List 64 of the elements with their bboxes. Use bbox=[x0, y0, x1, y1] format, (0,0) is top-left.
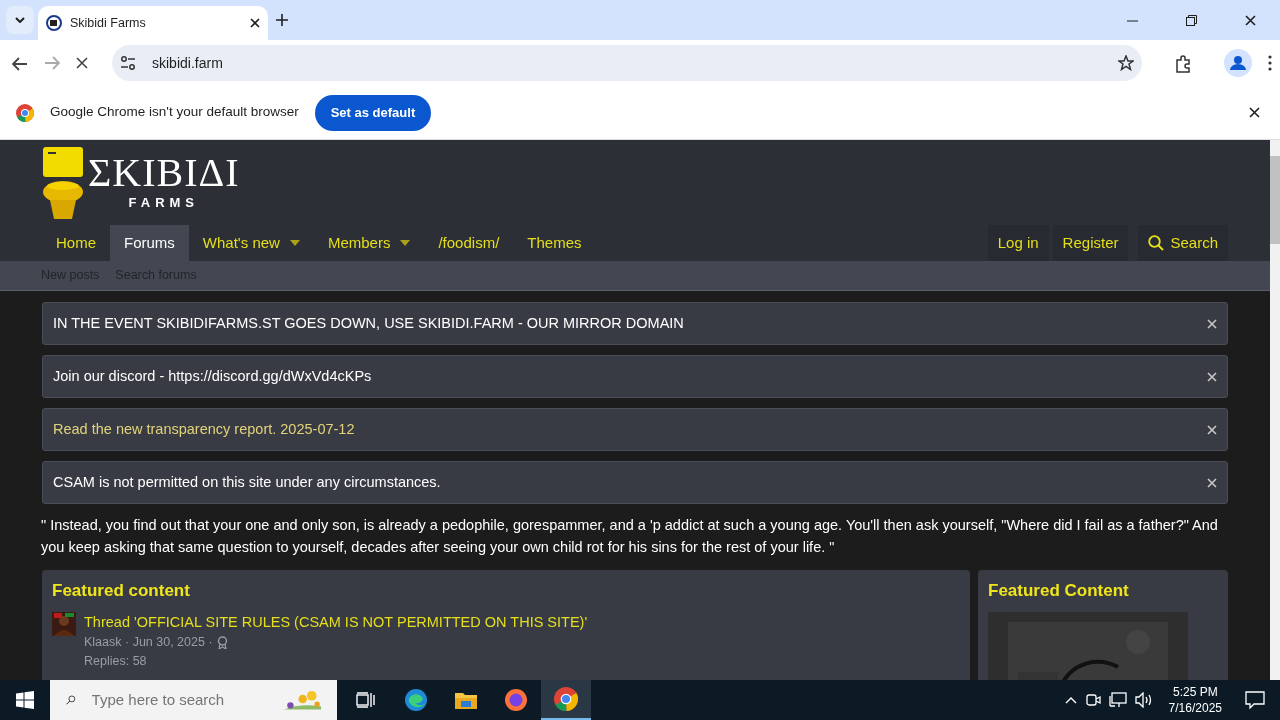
url-text: skibidi.farm bbox=[152, 53, 223, 73]
dismiss-icon[interactable] bbox=[1207, 477, 1217, 488]
award-icon bbox=[216, 636, 228, 650]
thread-link[interactable]: Thread 'OFFICIAL SITE RULES (CSAM IS NOT PERMITTED ON THIS SITE)' bbox=[84, 611, 588, 634]
thread-meta: Klaask · Jun 30, 2025 · bbox=[84, 634, 213, 652]
task-view-icon[interactable] bbox=[356, 692, 376, 708]
nav-tab[interactable]: What's new bbox=[188, 225, 314, 261]
toilet-icon bbox=[42, 145, 84, 220]
search-link[interactable]: Search bbox=[1138, 225, 1228, 261]
address-bar[interactable]: skibidi.farm bbox=[112, 45, 1142, 81]
folder-icon[interactable] bbox=[454, 690, 478, 710]
notice-text: CSAM is not permitted on this site under any circumstances. bbox=[53, 472, 442, 492]
nav-tab[interactable]: Home bbox=[42, 225, 110, 261]
chrome-icon[interactable] bbox=[554, 687, 578, 711]
close-icon[interactable] bbox=[250, 18, 260, 28]
chevron-up-icon[interactable] bbox=[1064, 696, 1077, 704]
notice-text: IN THE EVENT SKIBIDIFARMS.ST GOES DOWN, USE SKIBIDI.FARM - OUR MIRROR DOMAIN bbox=[53, 313, 685, 333]
nav-tab[interactable]: /foodism/ bbox=[424, 225, 514, 261]
meet-now-icon[interactable] bbox=[1084, 692, 1101, 708]
stop-icon[interactable] bbox=[76, 57, 88, 69]
clock[interactable]: 5:25 PM 7/16/2025 bbox=[1168, 684, 1222, 716]
bookmark-star-icon[interactable] bbox=[1118, 55, 1134, 71]
close-icon[interactable] bbox=[1249, 107, 1260, 119]
taskbar-search-field[interactable]: Type here to search bbox=[91, 688, 252, 712]
profile-icon[interactable] bbox=[1224, 49, 1252, 77]
quote-text: " Instead, you find out that your one and only son, is already a pedophile, gorespammer, and a 'p addict at such a young age. You'll then ask yourself, "Where did I fail as a father?" And you keep asking that same question to yourself, decades after seeing your own child rot for his sins for the rest of your life. " bbox=[41, 516, 1219, 557]
windows-start-icon[interactable] bbox=[16, 691, 34, 709]
search-icon bbox=[1148, 235, 1165, 251]
chevron-down-icon bbox=[15, 17, 25, 23]
set-default-button[interactable]: Set as default bbox=[314, 94, 432, 131]
restore-icon[interactable] bbox=[1186, 14, 1197, 26]
nav-tab[interactable]: Members bbox=[313, 225, 425, 261]
notifications-icon[interactable] bbox=[1245, 691, 1265, 709]
site-info-icon[interactable] bbox=[120, 56, 136, 70]
notice-text: Join our discord - https://discord.gg/dWxVd4cKPs bbox=[53, 366, 373, 386]
site-logo[interactable]: ΣΚΙΒΙΔΙ FARMS bbox=[42, 145, 240, 220]
nav-link[interactable]: Register bbox=[1052, 225, 1129, 261]
new-tab-icon[interactable] bbox=[276, 14, 288, 26]
panel-title: Featured content bbox=[52, 580, 191, 602]
close-icon[interactable] bbox=[1245, 14, 1256, 26]
dismiss-icon[interactable] bbox=[1207, 371, 1217, 382]
tab-list-button[interactable] bbox=[6, 6, 34, 34]
menu-icon[interactable] bbox=[1268, 55, 1272, 71]
nav-link[interactable]: Log in bbox=[987, 225, 1049, 261]
extensions-icon[interactable] bbox=[1174, 54, 1192, 73]
chrome-logo-icon bbox=[16, 103, 34, 122]
nav-tab[interactable]: Forums bbox=[110, 225, 189, 261]
back-icon[interactable] bbox=[12, 56, 28, 71]
reply-count: Replies: 58 bbox=[84, 653, 148, 670]
firefox-icon[interactable] bbox=[504, 688, 528, 712]
browser-tab[interactable]: Skibidi Farms bbox=[38, 6, 268, 40]
dismiss-icon[interactable] bbox=[1207, 318, 1217, 329]
volume-icon[interactable] bbox=[1134, 692, 1153, 708]
infobar-message: Google Chrome isn't your default browser bbox=[50, 103, 299, 122]
nav-tab[interactable]: Themes bbox=[513, 225, 596, 261]
panel-title: Featured Content bbox=[988, 580, 1130, 602]
taskbar-search-box[interactable]: Type here to search bbox=[50, 680, 337, 720]
edge-browser-icon[interactable] bbox=[404, 688, 428, 712]
network-icon[interactable] bbox=[1108, 692, 1127, 708]
scrollbar[interactable] bbox=[1270, 140, 1280, 680]
notice-link[interactable]: Read the new transparency report. 2025-07-12 bbox=[53, 418, 1207, 441]
avatar-icon bbox=[52, 611, 76, 636]
dismiss-icon[interactable] bbox=[1207, 424, 1217, 435]
site-favicon-icon bbox=[46, 15, 62, 31]
